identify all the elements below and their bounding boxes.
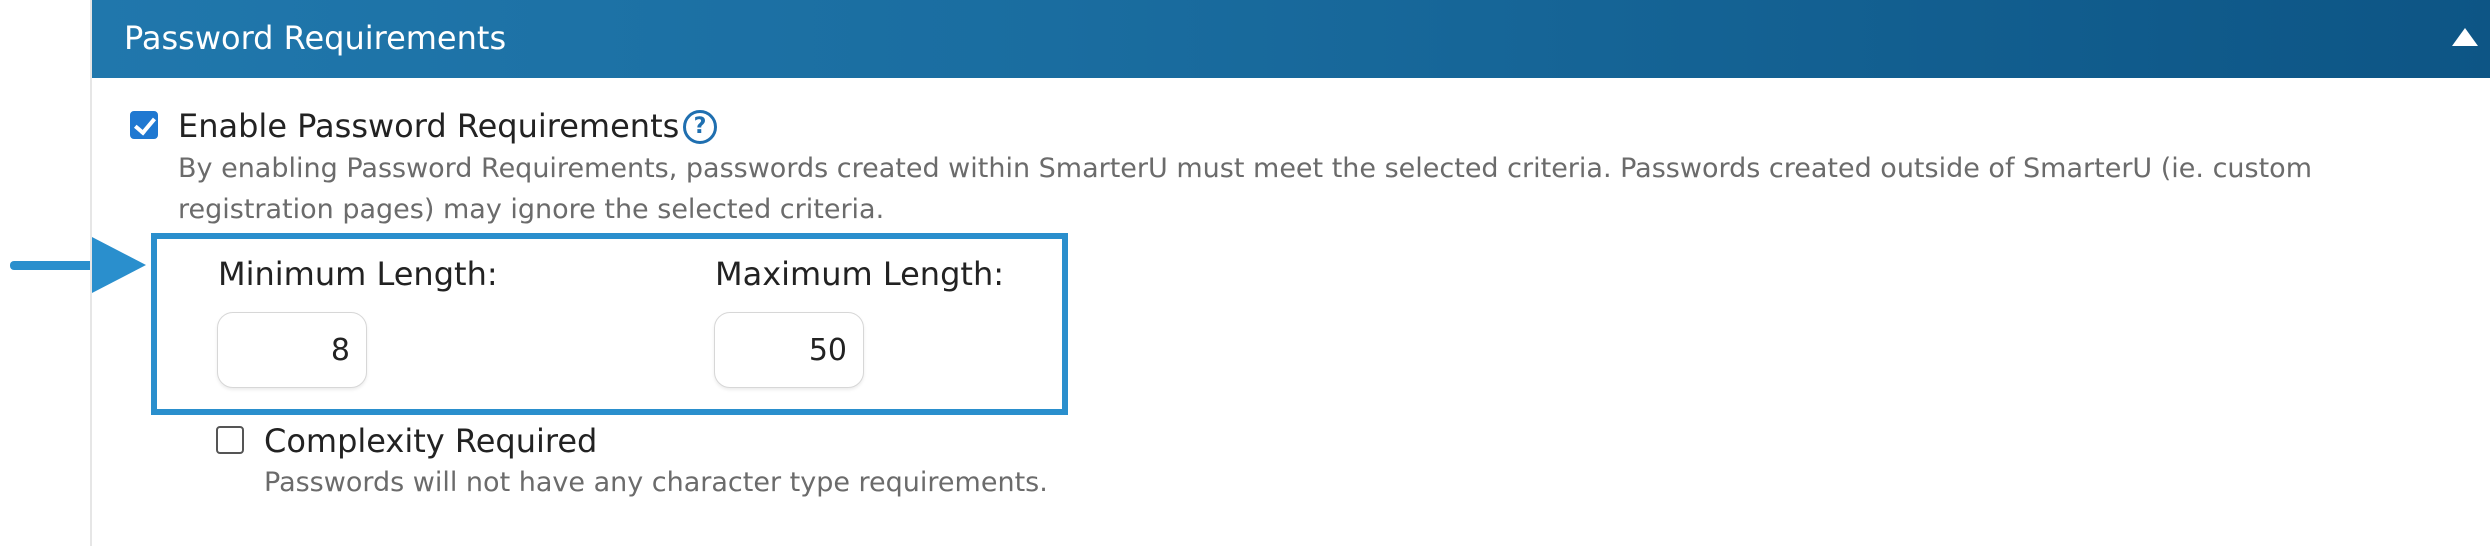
enable-password-requirements-label[interactable]: Enable Password Requirements [178,106,679,146]
maximum-length-input[interactable] [714,312,864,388]
question-circle-icon[interactable]: ? [683,110,717,144]
complexity-required-description: Passwords will not have any character ty… [264,467,1048,498]
caret-up-icon[interactable] [2452,28,2478,46]
complexity-required-checkbox[interactable] [216,426,244,454]
complexity-required-label[interactable]: Complexity Required [264,421,597,461]
password-requirements-panel: Password Requirements Enable Password Re… [90,0,2490,546]
minimum-length-label: Minimum Length: [218,255,498,293]
length-highlight-box: Minimum Length: Maximum Length: [151,233,1068,415]
enable-password-requirements-checkbox[interactable] [130,111,158,139]
maximum-length-label: Maximum Length: [715,255,1004,293]
minimum-length-input[interactable] [217,312,367,388]
panel-title: Password Requirements [124,19,507,57]
enable-password-requirements-description: By enabling Password Requirements, passw… [178,153,2313,225]
panel-header[interactable]: Password Requirements [92,0,2490,78]
